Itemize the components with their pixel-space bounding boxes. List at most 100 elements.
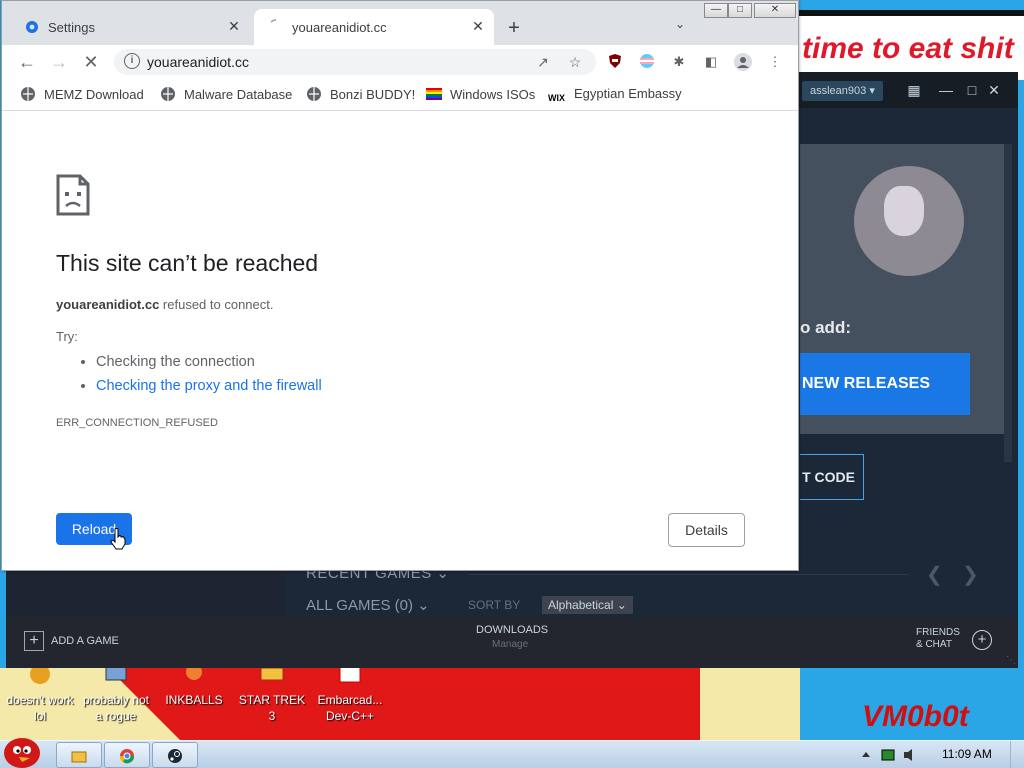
wix-icon: WIX [548, 93, 565, 103]
taskbar: 11:09 AM [0, 738, 1024, 768]
tab-title: Settings [48, 20, 95, 35]
close-icon[interactable]: ✕ [224, 16, 244, 36]
side-panel-icon[interactable]: ◧ [702, 53, 720, 71]
battery-icon [881, 749, 895, 761]
explorer-folder-icon [71, 751, 87, 763]
bookmark-label: Windows ISOs [450, 87, 536, 102]
url-text[interactable]: youareanidiot.cc [147, 54, 249, 70]
error-code: ERR_CONNECTION_REFUSED [56, 417, 218, 429]
bookmark-windows-isos[interactable]: Windows ISOs [426, 86, 535, 104]
hero-art-face [884, 186, 924, 236]
suggestions-list: Checking the connection Checking the pro… [78, 350, 322, 398]
sort-select-value: Alphabetical [548, 598, 614, 612]
desktop-icon-label: doesn't work lol [6, 693, 74, 723]
tab-settings[interactable]: Settings ✕ [10, 9, 250, 45]
tray-expand-icon [862, 752, 870, 757]
desktop-icon-doesnt-work[interactable]: doesn't work lol [2, 662, 78, 724]
share-icon[interactable]: ↗ [534, 53, 552, 71]
bookmark-label: Egyptian Embassy [574, 86, 682, 101]
bookmark-bonzi-buddy[interactable]: Bonzi BUDDY! [306, 86, 415, 104]
start-button-angry-bird-icon[interactable] [0, 731, 48, 768]
steam-close-button[interactable]: ✕ [984, 80, 1004, 100]
all-games-header[interactable]: ALL GAMES (0) ⌄ [306, 596, 430, 614]
close-icon[interactable]: ✕ [468, 16, 488, 36]
steam-code-button[interactable]: T CODE [800, 454, 864, 500]
bookmark-malware-database[interactable]: Malware Database [160, 86, 292, 104]
tab-youareanidiot[interactable]: youareanidiot.cc ✕ [254, 9, 494, 45]
address-bar[interactable]: i youareanidiot.cc ↗ ☆ [114, 49, 596, 75]
friends-add-icon[interactable]: + [972, 630, 992, 650]
sort-by-label: SORT BY [468, 598, 521, 612]
globe-icon [161, 87, 175, 101]
error-title: This site can’t be reached [56, 250, 319, 276]
desktop-icon-not-a-rogue[interactable]: probably not a rogue [78, 662, 154, 724]
ublock-origin-icon[interactable] [606, 53, 624, 71]
new-tab-button[interactable]: + [502, 16, 526, 40]
steam-username: asslean903 [810, 85, 867, 97]
info-icon[interactable]: i [124, 53, 140, 69]
steam-scrollbar[interactable] [1004, 144, 1012, 462]
taskbar-steam-button[interactable] [152, 742, 198, 768]
loading-icon [270, 19, 277, 23]
steam-minimize-button[interactable]: — [936, 80, 956, 100]
sad-document-icon [56, 174, 90, 216]
chevron-down-icon[interactable]: ⌄ [670, 17, 690, 37]
desktop-icon-devcpp[interactable]: Embarcad... Dev-C++ [312, 662, 388, 724]
add-game-plus-icon[interactable]: + [24, 631, 44, 651]
steam-account-menu[interactable]: asslean903 ▾ [802, 81, 883, 101]
desktop-icon-label: Embarcad... Dev-C++ [317, 693, 383, 723]
forward-arrow-icon[interactable]: → [48, 51, 70, 73]
clock[interactable]: 11:09 AM [942, 747, 992, 761]
settings-gear-icon [26, 21, 38, 33]
show-desktop-button[interactable] [1010, 741, 1024, 768]
extensions-puzzle-icon[interactable]: ✱ [670, 53, 688, 71]
error-message-text: refused to connect. [159, 297, 274, 312]
try-label: Try: [56, 329, 78, 344]
shield-icon [609, 54, 621, 68]
maximize-button[interactable]: □ [728, 3, 752, 18]
bookmark-memz[interactable]: MEMZ Download [20, 86, 144, 104]
stop-loading-icon[interactable]: ✕ [80, 51, 102, 73]
add-game-button[interactable]: ADD A GAME [51, 635, 119, 647]
steam-bigpicture-icon[interactable]: ▦ [904, 80, 924, 100]
taskbar-explorer-button[interactable] [56, 742, 102, 768]
all-games-label: ALL GAMES (0) [306, 597, 413, 614]
details-button[interactable]: Details [668, 513, 745, 547]
error-host: youareanidiot.cc [56, 297, 160, 312]
desktop-icon-inkballs[interactable]: INKBALLS [156, 662, 232, 708]
steam-icon [168, 749, 182, 763]
kebab-menu-icon[interactable]: ⋮ [766, 53, 784, 71]
friends-chat-line2: & CHAT [916, 639, 952, 650]
trans-flag-extension-icon[interactable] [638, 53, 656, 71]
new-releases-button[interactable]: NEW RELEASES [800, 353, 970, 415]
downloads-button[interactable]: DOWNLOADS [476, 624, 548, 636]
suggestion-text: Checking the connection [96, 354, 255, 370]
friends-chat-button[interactable]: FRIENDS & CHAT [916, 627, 960, 651]
suggestion-item: Checking the connection [96, 350, 322, 374]
steam-maximize-button[interactable]: □ [962, 80, 982, 100]
chevron-left-icon[interactable]: ❮ [926, 562, 943, 587]
desktop-icon-label: probably not a rogue [82, 693, 150, 723]
wallpaper-banner-text: time to eat shit [802, 32, 1014, 65]
volume-icon [904, 749, 912, 761]
resize-grip-icon[interactable]: ⋱ [1006, 655, 1016, 666]
wallpaper-yellow-shape [700, 668, 800, 740]
taskbar-chrome-button[interactable] [104, 742, 150, 768]
desktop-icon-label: STAR TREK 3 [238, 693, 306, 723]
profile-avatar-icon[interactable] [734, 53, 752, 71]
bookmark-egyptian-embassy[interactable]: WIX Egyptian Embassy [548, 86, 682, 104]
minimize-button[interactable]: — [704, 3, 728, 18]
suggestion-link[interactable]: Checking the proxy and the firewall [96, 374, 322, 398]
bookmark-star-icon[interactable]: ☆ [566, 53, 584, 71]
chevron-right-icon[interactable]: ❯ [962, 562, 979, 587]
avatar [734, 53, 752, 71]
flag-icon [640, 54, 654, 68]
friends-chat-line1: FRIENDS [916, 627, 960, 638]
suggestion-link-text[interactable]: Checking the proxy and the firewall [96, 378, 322, 394]
rainbow-flag-icon [426, 88, 442, 100]
error-message: youareanidiot.cc refused to connect. [56, 297, 274, 312]
back-arrow-icon[interactable]: ← [16, 51, 38, 73]
desktop-icon-star-trek[interactable]: STAR TREK 3 [234, 662, 310, 724]
sort-select[interactable]: Alphabetical ⌄ [542, 596, 633, 614]
close-window-button[interactable]: ✕ [754, 3, 796, 18]
